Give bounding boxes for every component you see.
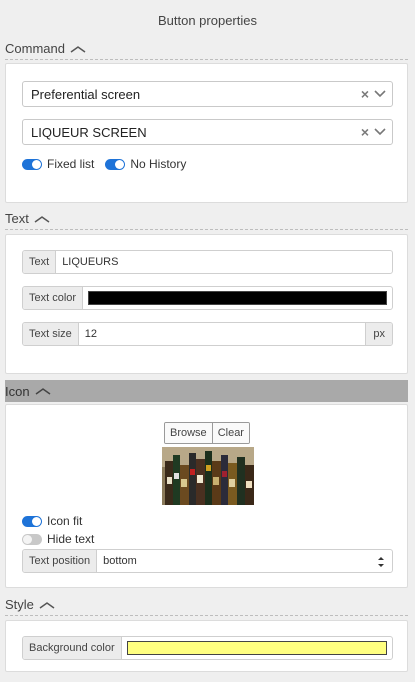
section-title: Style <box>5 597 34 612</box>
clear-icon[interactable]: × <box>361 86 369 102</box>
page-title: Button properties <box>157 13 257 28</box>
no-history-toggle[interactable] <box>105 158 126 170</box>
chevron-up-icon <box>35 388 51 395</box>
chevron-down-icon[interactable] <box>374 90 386 98</box>
section-title: Icon <box>5 383 30 399</box>
text-color-swatch[interactable] <box>88 291 387 305</box>
fixed-list-label: Fixed list <box>47 157 95 171</box>
fixed-list-toggle[interactable] <box>22 158 42 170</box>
icon-fit-label: Icon fit <box>47 514 83 528</box>
icon-fit-row: Icon fit <box>22 514 82 528</box>
command-panel: Preferential screen × LIQUEUR SCREEN × F… <box>5 63 408 203</box>
no-history-label: No History <box>130 157 187 171</box>
icon-fit-toggle[interactable] <box>22 515 42 527</box>
chevron-up-icon <box>70 45 86 53</box>
chevron-up-icon <box>39 601 55 609</box>
text-position-select[interactable]: Text position bottom <box>22 549 393 573</box>
clear-icon[interactable]: × <box>361 124 369 140</box>
clear-button[interactable]: Clear <box>211 423 249 443</box>
text-field-value[interactable]: LIQUEURS <box>56 251 392 273</box>
text-size-unit: px <box>365 323 392 345</box>
hide-text-label: Hide text <box>47 532 95 546</box>
text-field[interactable]: Text LIQUEURS <box>22 250 393 274</box>
section-header-command[interactable]: Command <box>5 38 408 60</box>
text-field-label: Text <box>23 251 57 273</box>
icon-panel: Browse Clear Icon fit Hide text Text pos… <box>5 404 408 588</box>
chevron-up-icon <box>34 215 50 223</box>
text-size-label: Text size <box>23 323 79 345</box>
style-panel: Background color <box>5 620 408 672</box>
hide-text-row: Hide text <box>22 532 94 546</box>
section-header-icon[interactable]: Icon <box>5 380 408 402</box>
browse-button[interactable]: Browse <box>165 423 212 443</box>
section-header-style[interactable]: Style <box>5 594 408 616</box>
background-color-label: Background color <box>23 637 122 659</box>
background-color-field[interactable]: Background color <box>22 636 393 660</box>
text-position-label: Text position <box>23 550 98 572</box>
command-screen-select[interactable]: Preferential screen × <box>22 81 393 107</box>
background-color-swatch[interactable] <box>126 641 387 655</box>
fixed-list-row: Fixed list No History <box>22 157 186 171</box>
section-title: Command <box>5 41 65 56</box>
icon-button-group: Browse Clear <box>164 422 250 444</box>
section-title: Text <box>5 211 29 226</box>
text-color-label: Text color <box>23 287 84 309</box>
text-size-field[interactable]: Text size 12 px <box>22 322 393 346</box>
text-position-value[interactable]: bottom <box>97 550 374 572</box>
command-target-select[interactable]: LIQUEUR SCREEN × <box>22 119 393 145</box>
hide-text-toggle[interactable] <box>22 533 42 545</box>
chevron-down-icon[interactable] <box>374 128 386 136</box>
select-value: Preferential screen <box>31 86 141 102</box>
select-arrows-icon[interactable] <box>374 550 388 573</box>
text-panel: Text LIQUEURS Text color Text size 12 px <box>5 234 408 374</box>
section-header-text[interactable]: Text <box>5 208 408 230</box>
text-size-value[interactable]: 12 <box>79 323 366 345</box>
text-color-field[interactable]: Text color <box>22 286 393 310</box>
select-value: LIQUEUR SCREEN <box>31 124 147 140</box>
liqueur-bottles-image <box>162 447 254 505</box>
